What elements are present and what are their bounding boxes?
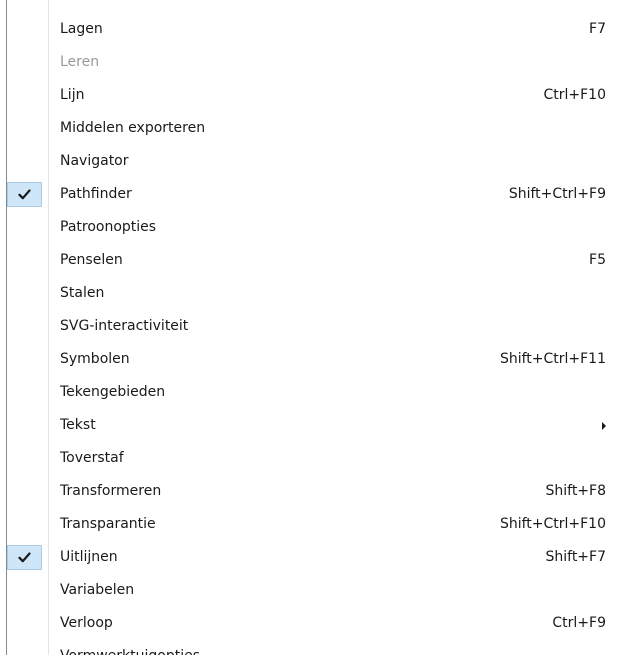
menu-item-shortcut: F5 [589, 252, 606, 268]
menu-item-transparantie[interactable]: Transparantie Shift+Ctrl+F10 [0, 508, 636, 541]
menu-item-symbolen[interactable]: Symbolen Shift+Ctrl+F11 [0, 343, 636, 376]
menu-item-uitlijnen[interactable]: Uitlijnen Shift+F7 [0, 541, 636, 574]
menu-item-patroonopties[interactable]: Patroonopties [0, 211, 636, 244]
menu-item-partial[interactable]: Vormwerktuigopties [60, 640, 200, 655]
menu-item-label: Navigator [60, 153, 129, 169]
checkmark-box [7, 182, 42, 207]
menu-item-shortcut: Ctrl+F10 [543, 87, 606, 103]
menu-item-label: Middelen exporteren [60, 120, 206, 136]
menu-item-label: Stalen [60, 285, 105, 301]
menu-item-lagen[interactable]: Lagen F7 [0, 13, 636, 46]
menu-item-label: Pathfinder [60, 186, 132, 202]
menu-item-label: SVG-interactiviteit [60, 318, 189, 334]
menu-item-navigator[interactable]: Navigator [0, 145, 636, 178]
menu-item-label: Lagen [60, 21, 103, 37]
checkmark-icon [18, 189, 31, 200]
menu-item-label: Toverstaf [60, 450, 124, 466]
menu-item-label: Penselen [60, 252, 123, 268]
menu-item-shortcut: Shift+F7 [545, 549, 606, 565]
menu-item-leren: Leren [0, 46, 636, 79]
menu-item-label: Verloop [60, 615, 113, 631]
menu-item-label: Transformeren [60, 483, 162, 499]
menu-item-label: Tekengebieden [60, 384, 166, 400]
menu-item-shortcut: Shift+Ctrl+F10 [499, 516, 606, 532]
menu-items: Lagen F7 Leren Lijn Ctrl+F10 Middelen exporte… [0, 13, 636, 640]
menu-item-shortcut: Shift+Ctrl+F9 [508, 186, 606, 202]
menu-item-shortcut: Shift+F8 [545, 483, 606, 499]
checkmark-box [7, 545, 42, 570]
menu-item-middelen-exporteren[interactable]: Middelen exporteren [0, 112, 636, 145]
menu-item-svg-interactiviteit[interactable]: SVG-interactiviteit [0, 310, 636, 343]
menu-item-verloop[interactable]: Verloop Ctrl+F9 [0, 607, 636, 640]
menu-item-label: Tekst [60, 417, 96, 433]
menu-item-shortcut: Shift+Ctrl+F11 [499, 351, 606, 367]
menu-item-shortcut: F7 [589, 21, 606, 37]
submenu-arrow-icon [602, 422, 606, 430]
menu-item-transformeren[interactable]: Transformeren Shift+F8 [0, 475, 636, 508]
menu-item-pathfinder[interactable]: Pathfinder Shift+Ctrl+F9 [0, 178, 636, 211]
menu-item-label: Symbolen [60, 351, 130, 367]
menu-item-lijn[interactable]: Lijn Ctrl+F10 [0, 79, 636, 112]
menu-item-penselen[interactable]: Penselen F5 [0, 244, 636, 277]
window-menu: Lagen F7 Leren Lijn Ctrl+F10 Middelen exporte… [0, 0, 636, 655]
menu-item-label: Patroonopties [60, 219, 157, 235]
menu-item-label: Variabelen [60, 582, 135, 598]
menu-item-label: Uitlijnen [60, 549, 118, 565]
menu-item-label: Leren [60, 54, 100, 70]
menu-item-variabelen[interactable]: Variabelen [0, 574, 636, 607]
menu-item-toverstaf[interactable]: Toverstaf [0, 442, 636, 475]
menu-item-label: Transparantie [60, 516, 156, 532]
menu-item-tekst[interactable]: Tekst [0, 409, 636, 442]
menu-item-stalen[interactable]: Stalen [0, 277, 636, 310]
menu-item-label: Lijn [60, 87, 85, 103]
menu-item-shortcut: Ctrl+F9 [552, 615, 606, 631]
checkmark-icon [18, 552, 31, 563]
menu-item-tekengebieden[interactable]: Tekengebieden [0, 376, 636, 409]
